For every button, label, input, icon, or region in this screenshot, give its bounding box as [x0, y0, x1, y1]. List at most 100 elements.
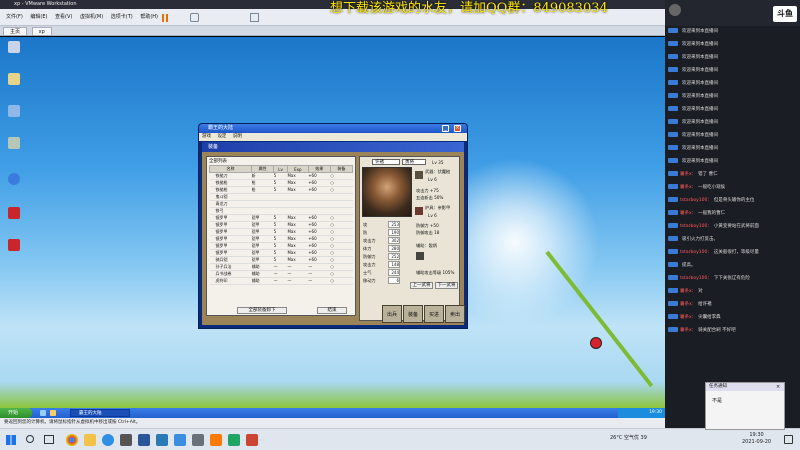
chat-message[interactable]: 吸引火力打反击。 [668, 236, 798, 242]
table-row[interactable]: 铁弓 [209, 207, 353, 215]
menu-vm[interactable]: 虚拟机(M) [80, 9, 103, 26]
table-row[interactable]: 镜罗甲 铠甲 5 Max +60 ○ [209, 249, 353, 257]
word-icon[interactable] [138, 434, 150, 446]
officer-type[interactable]: 勇将 [402, 159, 426, 165]
table-row[interactable]: 青龙刀 [209, 200, 353, 208]
chat-message[interactable]: tstarboy100： 这关般很打，等级尽量 [668, 249, 798, 255]
end-button[interactable]: 结束 [317, 307, 347, 314]
chat-message[interactable]: 薯条x：对 [668, 288, 798, 294]
menu-view[interactable]: 查看(V) [55, 9, 72, 26]
table-row[interactable]: 鬼斗铠 [209, 193, 353, 201]
chat-message[interactable]: tstarboy100： 小黄变要站在武将前面 [668, 223, 798, 229]
chat-message[interactable]: 欢迎来到本直播间 [668, 93, 798, 99]
table-row[interactable]: 孙子兵法 辅助 — — — ○ [209, 263, 353, 271]
table-row[interactable]: 兵书战卷 辅助 — — — ○ [209, 270, 353, 278]
chat-message[interactable]: 薯条x： 骑关配合刷 不好吧 [668, 327, 798, 333]
desktop-icon-ie[interactable] [4, 173, 24, 186]
notification-icon[interactable] [784, 435, 793, 444]
quicklaunch-icon[interactable] [50, 410, 56, 416]
tray-weather[interactable]: 26°C 空气优 39 [610, 434, 647, 441]
menu-game[interactable]: 游戏 [202, 134, 211, 139]
folder-icon[interactable] [84, 434, 96, 446]
table-row[interactable]: 镜罗甲 铠甲 5 Max +60 ○ [209, 221, 353, 229]
snapshot-icon[interactable] [190, 13, 199, 22]
chat-message[interactable]: 欢迎来到本直播间 [668, 41, 798, 47]
table-row[interactable]: 铁槌刀斩 5 Max +60 ○ [209, 172, 353, 180]
prev-officer-button[interactable]: 上一武将 [410, 282, 433, 289]
chat-username[interactable]: 薯条x： [680, 172, 696, 177]
chat-message[interactable]: 欢迎来到本直播间 [668, 119, 798, 125]
popup-close-icon[interactable]: × [776, 384, 782, 390]
menu-help[interactable]: 帮助(H) [140, 9, 158, 26]
desktop-icon-network[interactable] [4, 105, 24, 118]
desktop-icon-recycle-bin[interactable] [4, 137, 24, 150]
chat-message[interactable]: 薯条x： 一般吃小观侯 [668, 184, 798, 190]
fullscreen-icon[interactable] [250, 13, 259, 22]
stream-app-icon[interactable] [210, 434, 222, 446]
chat-message[interactable]: 欢迎来到本直播间 [668, 145, 798, 151]
app-icon[interactable] [156, 434, 168, 446]
windows-start-icon[interactable] [6, 435, 16, 445]
table-row[interactable]: 铁槌枪枪 5 Max +60 ○ [209, 179, 353, 187]
mail-icon[interactable] [174, 434, 186, 446]
column-header[interactable]: 名称 [209, 165, 252, 173]
xp-task-button[interactable]: 霸王的大陆 [70, 409, 130, 417]
chat-username[interactable]: 薯条x： [680, 328, 696, 333]
chat-message[interactable]: 薯条x： 尖囊给李典 [668, 314, 798, 320]
chat-message[interactable]: 欢迎来到本直播间 [668, 132, 798, 138]
chat-username[interactable]: tstarboy100： [680, 224, 712, 229]
desktop-icon-game-2[interactable] [4, 239, 24, 252]
quicklaunch-icon[interactable] [40, 410, 46, 416]
table-row[interactable]: 镜罗甲 铠甲 5 Max +60 ○ [209, 242, 353, 250]
buy-button[interactable]: 买进 [424, 305, 444, 323]
menu-edit[interactable]: 编辑(E) [30, 9, 47, 26]
game-window-title-bar[interactable]: 霸王的大陆 [199, 124, 467, 133]
chat-message[interactable]: 欢迎来到本直播间 [668, 28, 798, 34]
column-header[interactable]: 效果 [307, 165, 331, 173]
column-header[interactable]: Exp [286, 165, 309, 173]
desktop-icon-game-1[interactable] [4, 207, 24, 220]
column-header[interactable]: 属性 [250, 165, 275, 173]
chat-message[interactable]: 薯条x： 错了 曹仁 [668, 171, 798, 177]
table-row[interactable]: 镜罗甲 铠甲 5 Max +60 ○ [209, 235, 353, 243]
chat-message[interactable]: 提高。 [668, 262, 798, 268]
table-row[interactable]: 虎符印 辅助 — — — ○ [209, 277, 353, 285]
chat-message[interactable]: 欢迎来到本直播间 [668, 106, 798, 112]
chrome-icon[interactable] [66, 434, 78, 446]
column-header[interactable]: 装备 [329, 165, 354, 173]
task-view-icon[interactable] [44, 435, 54, 444]
unequip-all-button[interactable]: 全部装备卸下 [237, 307, 287, 314]
next-officer-button[interactable]: 下一武将 [435, 282, 458, 289]
desktop-icon-documents[interactable] [4, 73, 24, 86]
column-header[interactable]: Lv [273, 165, 288, 173]
tab-home[interactable]: 主页 [3, 27, 28, 36]
sell-button[interactable]: 卖出 [445, 305, 465, 323]
table-row[interactable]: 铁槌枪枪 5 Max +60 ○ [209, 186, 353, 194]
chat-message[interactable]: 欢迎来到本直播间 [668, 80, 798, 86]
chat-username[interactable]: 薯条x： [680, 315, 696, 320]
media-icon[interactable] [246, 434, 258, 446]
equip-button[interactable]: 装备 [403, 305, 423, 323]
menu-tabs[interactable]: 选项卡(T) [111, 9, 133, 26]
menu-file[interactable]: 文件(F) [6, 9, 23, 26]
app-icon[interactable] [120, 434, 132, 446]
browser-icon[interactable] [102, 434, 114, 446]
table-row[interactable]: 镜罗甲 铠甲 5 Max +60 ○ [209, 214, 353, 222]
minimize-button[interactable]: _ [442, 125, 449, 132]
table-row[interactable]: 镜罗甲 铠甲 5 Max +60 ○ [209, 228, 353, 236]
chat-message[interactable]: 薯条x： 一般我的曹仁 [668, 210, 798, 216]
table-row[interactable]: 骑兵铠 铠甲 5 Max +60 ○ [209, 256, 353, 264]
officer-select[interactable]: 许褚 [372, 159, 400, 165]
vmware-taskbar-icon[interactable] [192, 434, 204, 446]
tray-clock[interactable]: 19:30 2021-09-20 [742, 432, 771, 446]
app-icon[interactable] [228, 434, 240, 446]
chat-username[interactable]: tstarboy100： [680, 198, 712, 203]
close-button[interactable]: × [454, 125, 461, 132]
chat-message[interactable]: 薯条x： 给许褚 [668, 301, 798, 307]
chat-username[interactable]: 薯条x： [680, 211, 696, 216]
chat-message[interactable]: 欢迎来到本直播间 [668, 158, 798, 164]
chat-message[interactable]: tstarboy100： 下下关张辽有危险 [668, 275, 798, 281]
chat-username[interactable]: 薯条x： [680, 185, 696, 190]
deploy-button[interactable]: 出兵 [382, 305, 402, 323]
desktop-icon-my-computer[interactable] [4, 41, 24, 54]
